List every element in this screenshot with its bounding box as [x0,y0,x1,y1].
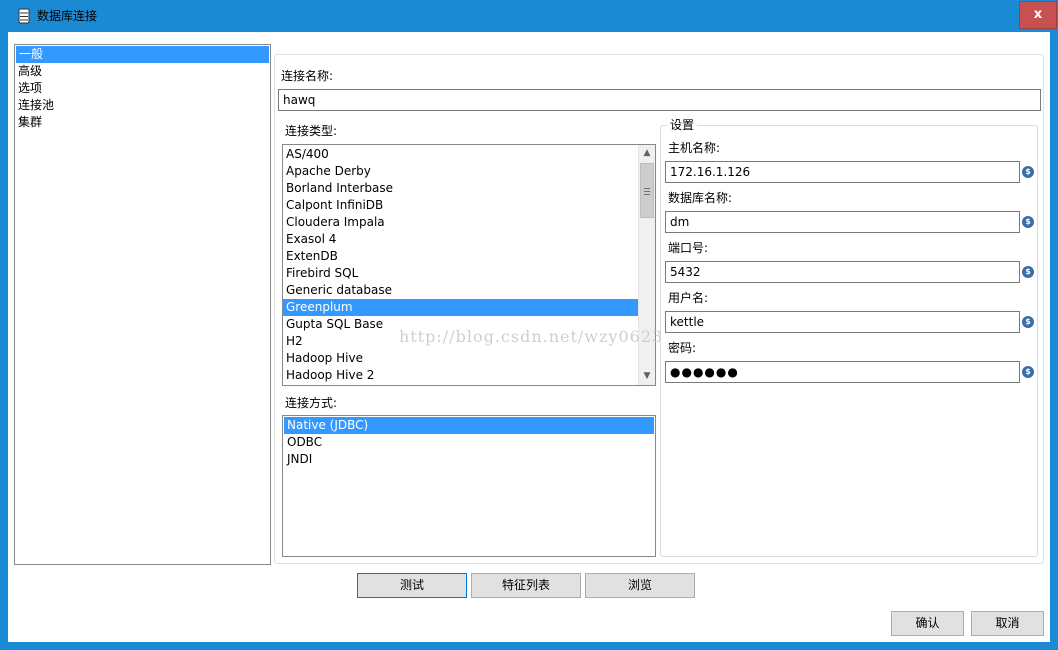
connection-type-item[interactable]: AS/400 [283,146,638,163]
username-input[interactable]: kettle [665,311,1020,333]
host-input[interactable]: 172.16.1.126 [665,161,1020,183]
dialog-body: 一般 高级 选项 连接池 集群 连接名称: hawq 连接类型: AS/400 Apach… [8,32,1050,642]
nav-item[interactable]: 高级 [15,63,270,80]
title-bar[interactable]: 数据库连接 x [0,0,1058,32]
cancel-button[interactable]: 取消 [971,611,1044,636]
connection-type-item[interactable]: Apache Derby [283,163,638,180]
connection-type-item[interactable]: Generic database [283,282,638,299]
nav-item[interactable]: 选项 [15,80,270,97]
access-method-item[interactable]: ODBC [284,434,654,451]
database-icon [18,8,30,24]
connection-type-item[interactable]: Cloudera Impala [283,214,638,231]
feature-list-button[interactable]: 特征列表 [471,573,581,598]
general-panel: 连接名称: hawq 连接类型: AS/400 Apache Derby Borla… [274,54,1044,564]
scroll-down-icon[interactable]: ▼ [639,368,655,385]
explore-button[interactable]: 浏览 [585,573,695,598]
access-method-list[interactable]: Native (JDBC) ODBC JNDI [282,415,656,557]
connection-type-item[interactable]: Hadoop Hive [283,350,638,367]
connection-type-item[interactable]: Calpont InfiniDB [283,197,638,214]
access-method-item[interactable]: Native (JDBC) [284,417,654,434]
nav-item[interactable]: 集群 [15,114,270,131]
access-method-item[interactable]: JNDI [284,451,654,468]
variable-icon[interactable]: $ [1022,166,1034,178]
category-list: 一般 高级 选项 连接池 集群 [14,44,271,565]
password-input[interactable]: ●●●●●● [665,361,1020,383]
settings-group: 设置 主机名称: 172.16.1.126 $ 数据库名称: dm $ 端口号:… [660,118,1038,557]
connection-name-label: 连接名称: [281,69,334,83]
connection-type-item[interactable]: H2 [283,333,638,350]
connection-type-item[interactable]: Gupta SQL Base [283,316,638,333]
database-name-label: 数据库名称: [668,191,733,205]
connection-type-label: 连接类型: [285,124,338,138]
nav-item[interactable]: 一般 [16,46,269,63]
connection-type-item[interactable]: Exasol 4 [283,231,638,248]
access-method-label: 连接方式: [285,396,338,410]
connection-name-input[interactable]: hawq [278,89,1041,111]
username-label: 用户名: [668,291,709,305]
window-title: 数据库连接 [37,9,98,23]
variable-icon[interactable]: $ [1022,216,1034,228]
scroll-thumb[interactable] [640,163,654,218]
close-button[interactable]: x [1019,1,1057,29]
connection-type-item[interactable]: Hadoop Hive 2 [283,367,638,384]
port-input[interactable]: 5432 [665,261,1020,283]
variable-icon[interactable]: $ [1022,366,1034,378]
password-label: 密码: [668,341,697,355]
variable-icon[interactable]: $ [1022,316,1034,328]
database-name-input[interactable]: dm [665,211,1020,233]
test-button[interactable]: 测试 [357,573,467,598]
connection-type-item[interactable]: Borland Interbase [283,180,638,197]
nav-item[interactable]: 连接池 [15,97,270,114]
connection-type-item[interactable]: Greenplum [283,299,638,316]
host-label: 主机名称: [668,141,721,155]
ok-button[interactable]: 确认 [891,611,964,636]
scroll-up-icon[interactable]: ▲ [639,145,655,162]
connection-type-item[interactable]: ExtenDB [283,248,638,265]
variable-icon[interactable]: $ [1022,266,1034,278]
connection-type-scrollbar[interactable]: ▲ ▼ [638,145,655,385]
settings-title: 设置 [667,118,698,133]
connection-type-item[interactable]: Firebird SQL [283,265,638,282]
dialog-window: 数据库连接 x 一般 高级 选项 连接池 集群 连接名称: hawq 连接类型: AS/… [0,0,1058,650]
connection-type-list[interactable]: AS/400 Apache Derby Borland Interbase Calpo… [282,144,656,386]
port-label: 端口号: [668,241,709,255]
